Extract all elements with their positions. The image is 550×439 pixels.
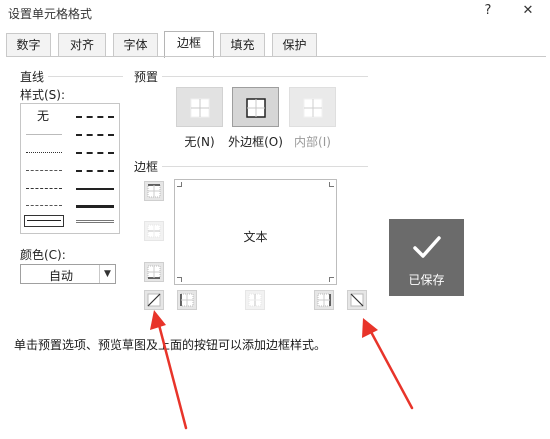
border-inside-horizontal-button	[144, 221, 164, 241]
tab-protection[interactable]: 保护	[272, 33, 317, 57]
preset-none-icon	[190, 98, 210, 118]
hint-text: 单击预置选项、预览草图及上面的按钮可以添加边框样式。	[14, 338, 327, 352]
line-style-medium-dashed[interactable]	[76, 170, 114, 172]
line-style-slant-dash-dot[interactable]	[76, 134, 114, 136]
line-style-list[interactable]: 无	[20, 103, 120, 234]
line-style-dashed[interactable]	[26, 205, 62, 206]
line-style-thin-selected[interactable]	[24, 215, 64, 227]
border-preview[interactable]: 文本	[174, 179, 337, 285]
border-diagonal-up-button[interactable]	[144, 290, 164, 310]
title-bar: 设置单元格格式 ? ✕	[0, 0, 550, 26]
preset-none-label[interactable]: 无(N)	[176, 133, 223, 150]
line-style-thick[interactable]	[76, 205, 114, 208]
tab-number[interactable]: 数字	[6, 33, 51, 57]
line-style-medium-dash-dot[interactable]	[76, 152, 114, 154]
preset-inside-button	[289, 87, 336, 127]
help-button[interactable]: ?	[478, 3, 498, 21]
preset-none-button[interactable]	[176, 87, 223, 127]
close-button[interactable]: ✕	[518, 3, 538, 21]
presets-group-label: 预置	[134, 68, 159, 85]
line-style-dash-dot[interactable]	[26, 188, 62, 189]
chevron-down-icon[interactable]: ▼	[99, 265, 115, 283]
preset-inside-label: 内部(I)	[294, 135, 331, 149]
preset-outline-label[interactable]: 外边框(O)	[224, 133, 287, 150]
border-left-button[interactable]	[177, 290, 197, 310]
line-style-medium-dash-dot-dot[interactable]	[76, 116, 114, 118]
dialog-title: 设置单元格格式	[8, 7, 93, 21]
border-group-label: 边框	[134, 158, 159, 175]
preset-inside-icon	[303, 98, 323, 118]
border-diagonal-down-button[interactable]	[347, 290, 367, 310]
presets-divider	[162, 76, 368, 77]
tab-font[interactable]: 字体	[113, 33, 158, 57]
border-top-button[interactable]	[144, 181, 164, 201]
color-label: 颜色(C):	[20, 246, 66, 263]
border-bottom-icon	[147, 265, 161, 279]
line-group-label: 直线	[20, 68, 45, 85]
border-diagonal-up-icon	[147, 293, 161, 307]
border-diagonal-down-icon	[350, 293, 364, 307]
style-label: 样式(S):	[20, 86, 66, 103]
border-inside-vertical-button	[245, 290, 265, 310]
border-group-divider	[162, 166, 368, 167]
tab-alignment[interactable]: 对齐	[58, 33, 106, 57]
preview-corner-tl	[177, 182, 182, 187]
border-inside-vertical-icon	[248, 293, 262, 307]
preset-outline-button[interactable]	[232, 87, 279, 127]
tab-border[interactable]: 边框	[164, 31, 214, 58]
line-style-dash-dot-dot[interactable]	[26, 170, 62, 171]
preview-corner-bl	[177, 277, 182, 282]
preview-text: 文本	[243, 230, 268, 244]
preset-outline-icon	[246, 98, 266, 118]
color-dropdown[interactable]: 自动 ▼	[20, 264, 116, 284]
line-style-none[interactable]: 无	[37, 107, 49, 124]
border-right-icon	[317, 293, 331, 307]
saved-badge: 已保存	[389, 219, 464, 296]
border-left-icon	[180, 293, 194, 307]
border-bottom-button[interactable]	[144, 262, 164, 282]
line-style-medium[interactable]	[76, 188, 114, 190]
line-style-double[interactable]	[76, 220, 114, 223]
tab-fill[interactable]: 填充	[220, 33, 265, 57]
preview-corner-tr	[329, 182, 334, 187]
border-top-icon	[147, 184, 161, 198]
color-value: 自动	[48, 269, 73, 283]
border-right-button[interactable]	[314, 290, 334, 310]
line-style-hairline[interactable]	[26, 134, 62, 135]
border-inside-horizontal-icon	[147, 224, 161, 238]
saved-text: 已保存	[408, 273, 445, 287]
preview-corner-br	[329, 277, 334, 282]
line-group-divider	[48, 76, 123, 77]
checkmark-icon	[413, 236, 441, 258]
line-style-dotted[interactable]	[26, 152, 62, 153]
